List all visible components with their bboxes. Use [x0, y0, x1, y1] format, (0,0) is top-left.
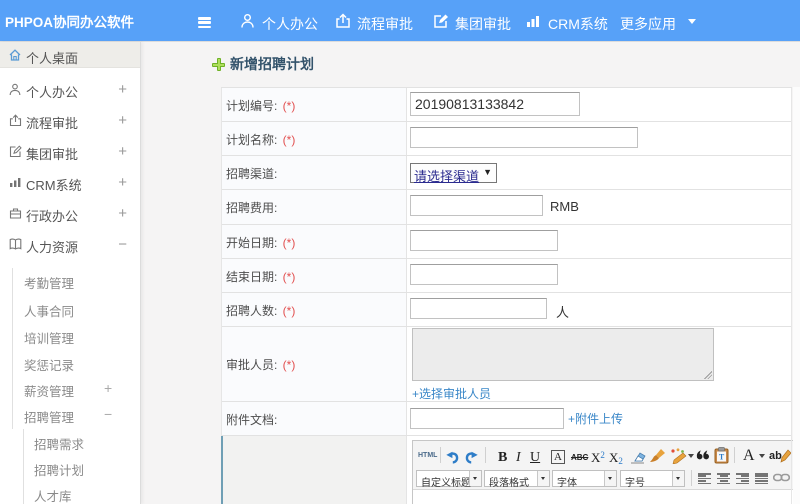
- svg-text:T: T: [719, 453, 725, 462]
